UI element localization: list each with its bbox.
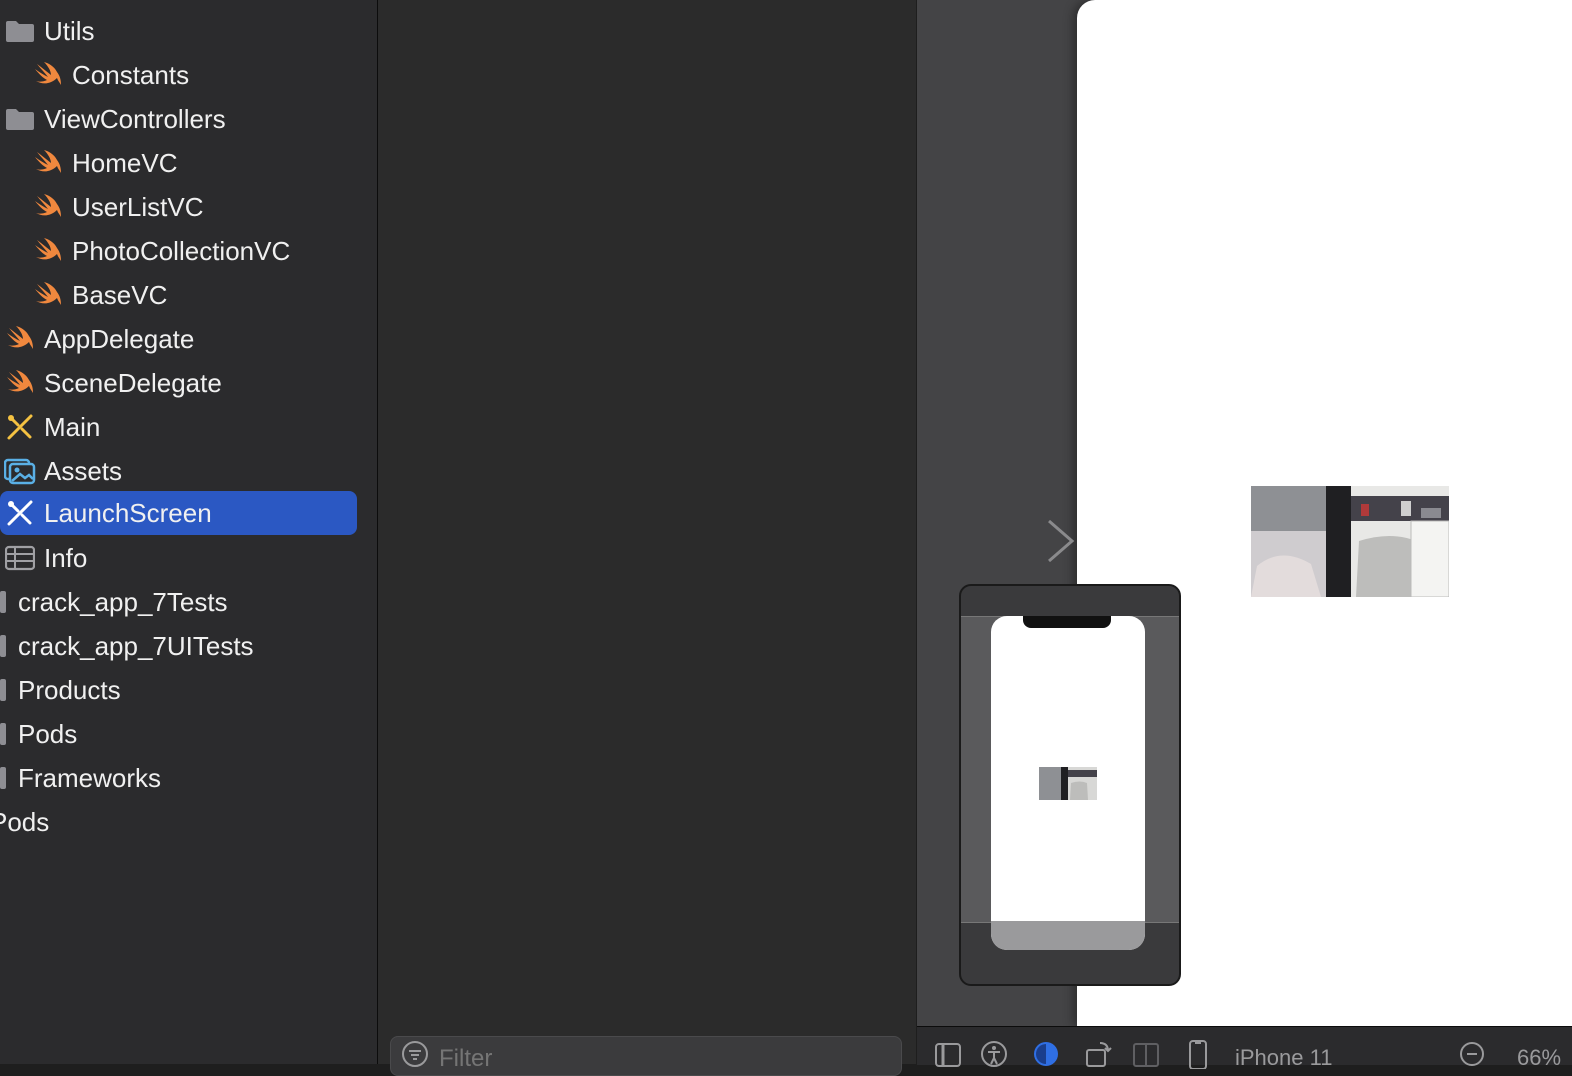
nav-item-label: Main [44,411,101,442]
nav-item-photocollectionvc[interactable]: PhotoCollectionVC [32,229,290,273]
swift-file-icon [32,147,64,179]
group-icon [0,767,6,789]
rotate-orientation-icon[interactable] [1083,1039,1113,1069]
nav-item-pods-group[interactable]: Pods [0,712,77,756]
nav-item-label: Constants [72,59,190,90]
nav-item-label: UserListVC [72,191,204,222]
nav-item-label: Assets [44,455,123,486]
folder-icon [4,103,36,135]
outline-filter-field[interactable] [390,1036,902,1076]
canvas-bottom-toolbar: iPhone 11 66% [917,1026,1572,1070]
swift-file-icon [32,59,64,91]
swift-file-icon [32,235,64,267]
nav-item-label: Info [44,542,88,573]
project-navigator: Utils Constants ViewControllers HomeVC U… [0,0,378,1064]
nav-item-assets[interactable]: Assets [4,449,122,493]
swift-file-icon [4,367,36,399]
nav-item-label: Products [18,674,121,705]
nav-item-label: HomeVC [72,147,178,178]
nav-item-products[interactable]: Products [0,668,121,712]
filter-icon [401,1040,429,1073]
swift-file-icon [32,191,64,223]
nav-item-basevc[interactable]: BaseVC [32,273,167,317]
nav-item-label: ViewControllers [44,103,226,134]
nav-item-launchscreen[interactable]: LaunchScreen [0,491,357,535]
nav-item-frameworks[interactable]: Frameworks [0,756,161,800]
nav-item-info[interactable]: Info [4,536,87,580]
storyboard-canvas[interactable] [917,0,1572,1026]
scene-minimap[interactable] [959,584,1181,986]
nav-item-main[interactable]: Main [4,405,100,449]
toggle-outline-icon[interactable] [933,1039,963,1069]
document-outline [378,0,916,1076]
nav-item-label: AppDelegate [44,323,195,354]
device-selector[interactable]: iPhone 11 [1235,1045,1332,1071]
nav-item-label: LaunchScreen [44,497,212,528]
nav-item-label: BaseVC [72,279,168,310]
storyboard-icon [4,411,36,443]
split-view-icon[interactable] [1131,1039,1161,1069]
accessibility-icon[interactable] [979,1039,1009,1069]
nav-item-label: Frameworks [18,762,162,793]
swift-file-icon [4,323,36,355]
nav-item-label: PhotoCollectionVC [72,235,291,266]
plist-icon [4,542,36,574]
nav-item-viewcontrollers[interactable]: ViewControllers [4,97,226,141]
nav-item-crack-app-7tests[interactable]: crack_app_7Tests [0,580,228,624]
swift-file-icon [32,279,64,311]
storyboard-icon [4,497,36,529]
appearance-toggle-icon[interactable] [1031,1039,1061,1069]
group-icon [0,679,6,701]
nav-item-label: crack_app_7UITests [18,630,254,661]
nav-item-userlistvc[interactable]: UserListVC [32,185,203,229]
nav-item-label: crack_app_7Tests [18,586,228,617]
nav-item-label: Pods [0,806,50,837]
nav-item-scenedelegate[interactable]: SceneDelegate [4,361,222,405]
minimap-image-thumbnail [1039,767,1097,800]
nav-item-pods-project[interactable]: Pods [0,800,49,844]
nav-item-appdelegate[interactable]: AppDelegate [4,317,194,361]
device-icon[interactable] [1183,1039,1213,1069]
nav-item-homevc[interactable]: HomeVC [32,141,177,185]
nav-item-label: Utils [44,15,95,46]
nav-item-label: SceneDelegate [44,367,222,398]
group-icon [0,635,6,657]
zoom-out-icon[interactable] [1457,1039,1487,1069]
filter-input[interactable] [437,1044,841,1074]
device-notch [1023,616,1111,628]
nav-item-label: Pods [18,718,78,749]
group-icon [0,723,6,745]
initial-scene-arrow-icon [941,519,1075,563]
nav-item-crack-app-7uitests[interactable]: crack_app_7UITests [0,624,254,668]
minimap-offscreen-area [991,921,1145,950]
asset-catalog-icon [4,455,36,487]
zoom-level[interactable]: 66% [1517,1045,1561,1071]
nav-item-constants[interactable]: Constants [32,53,189,97]
folder-icon [4,15,36,47]
nav-item-utils[interactable]: Utils [4,9,95,53]
group-icon [0,591,6,613]
minimap-device-preview [991,616,1145,950]
scene-image-view[interactable] [1251,486,1449,597]
